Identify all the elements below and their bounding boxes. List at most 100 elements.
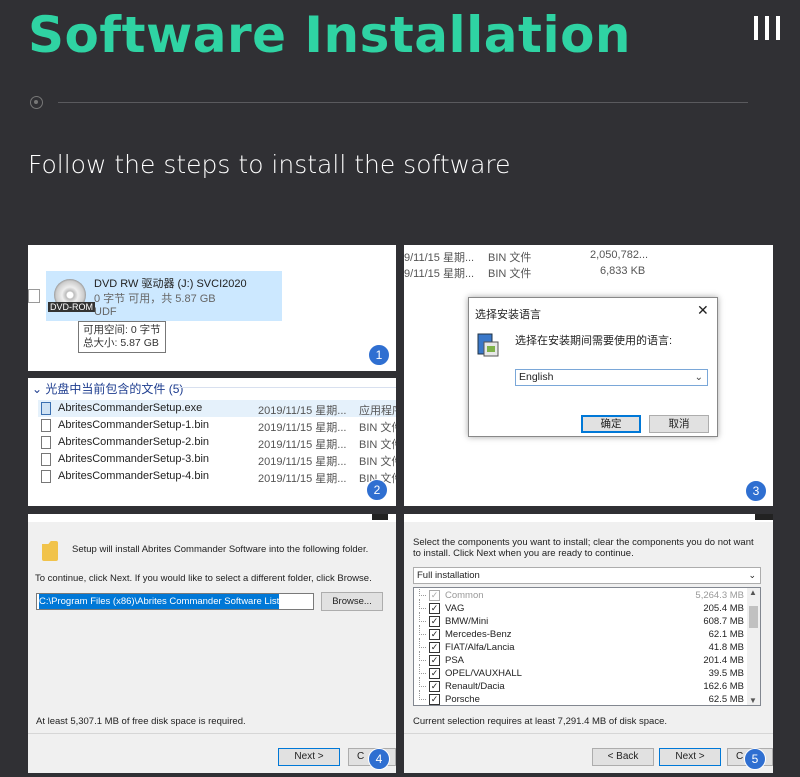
components-scrollbar[interactable]: ▲ ▼ — [747, 588, 760, 705]
install-path-input[interactable]: C:\Program Files (x86)\Abrites Commander… — [36, 593, 314, 610]
bin-file-icon — [41, 470, 51, 483]
scroll-down-icon[interactable]: ▼ — [749, 696, 757, 705]
browse-button[interactable]: Browse... — [321, 592, 383, 611]
step-badge-3: 3 — [745, 480, 767, 502]
next-button[interactable]: Next > — [659, 748, 721, 766]
language-select[interactable]: English ⌄ — [515, 369, 708, 386]
bin-file-icon — [41, 436, 51, 449]
step-badge-2: 2 — [366, 479, 388, 501]
file-type: BIN 文件 — [359, 439, 396, 451]
component-item[interactable]: ✓ OPEL/VAUXHALL 39.5 MB — [414, 664, 748, 680]
file-row[interactable]: AbritesCommanderSetup-2.bin 2019/11/15 星… — [38, 434, 396, 451]
component-size: 205.4 MB — [703, 603, 744, 614]
component-checkbox[interactable]: ✓ — [429, 603, 440, 614]
step-1-panel: DVD-ROM DVD RW 驱动器 (J:) SVCI2020 0 字节 可用… — [28, 245, 396, 371]
scroll-up-icon[interactable]: ▲ — [749, 588, 757, 597]
chevron-down-icon: ⌄ — [748, 570, 756, 580]
file-group-header[interactable]: ⌄ 光盘中当前包含的文件 (5) — [32, 380, 183, 397]
tree-connector — [419, 651, 426, 661]
install-type-select[interactable]: Full installation ⌄ — [413, 567, 761, 584]
step-4-panel: Setup will install Abrites Commander Sof… — [28, 514, 396, 773]
bin-file-icon — [41, 453, 51, 466]
component-name: PSA — [445, 655, 465, 666]
close-icon[interactable]: ✕ — [697, 302, 709, 319]
component-item[interactable]: ✓ Renault/Dacia 162.6 MB — [414, 677, 748, 693]
exe-file-icon — [41, 402, 51, 415]
tree-connector — [419, 625, 426, 635]
file-date: 2019/11/15 星期... — [258, 456, 347, 468]
file-date: 2019/11/15 星期... — [258, 473, 347, 485]
component-name: VAG — [445, 603, 465, 614]
component-item[interactable]: ✓ Mercedes-Benz 62.1 MB — [414, 625, 748, 641]
file-name: AbritesCommanderSetup.exe — [58, 402, 203, 414]
component-item[interactable]: ✓ Porsche 62.5 MB — [414, 690, 748, 705]
bin-file-icon — [41, 419, 51, 432]
tree-connector — [419, 690, 426, 700]
component-item[interactable]: ✓ FIAT/Alfa/Lancia 41.8 MB — [414, 638, 748, 654]
drive-name: DVD RW 驱动器 (J:) SVCI2020 — [94, 278, 247, 290]
step-3-panel: 9/11/15 星期... BIN 文件 2,050,782... 9/11/1… — [404, 245, 773, 506]
step-badge-1: 1 — [368, 344, 390, 366]
tree-connector — [419, 588, 426, 596]
dvd-rom-tag: DVD-ROM — [48, 302, 95, 312]
component-checkbox[interactable]: ✓ — [429, 694, 440, 705]
installer-icon — [477, 333, 499, 357]
component-item[interactable]: ✓ BMW/Mini 608.7 MB — [414, 612, 748, 628]
component-checkbox[interactable]: ✓ — [429, 642, 440, 653]
file-row[interactable]: AbritesCommanderSetup.exe 2019/11/15 星期.… — [38, 400, 396, 417]
tree-connector — [419, 677, 426, 687]
next-button[interactable]: Next > — [278, 748, 340, 766]
component-item[interactable]: ✓ VAG 205.4 MB — [414, 599, 748, 615]
file-type: BIN 文件 — [359, 422, 396, 434]
file-row[interactable]: AbritesCommanderSetup-3.bin 2019/11/15 星… — [38, 451, 396, 468]
component-checkbox[interactable]: ✓ — [429, 681, 440, 692]
component-name: Renault/Dacia — [445, 681, 505, 692]
tooltip-total: 总大小: 5.87 GB — [83, 337, 159, 349]
component-size: 41.8 MB — [708, 642, 744, 653]
component-name: Mercedes-Benz — [445, 629, 512, 640]
component-size: 5,264.3 MB — [695, 590, 744, 601]
hamburger-icon[interactable] — [754, 16, 780, 40]
wizard-divider — [404, 733, 773, 734]
dialog-title: 选择安装语言 — [475, 309, 541, 321]
bg-file-size: 6,833 KB — [600, 265, 646, 277]
drive-filesystem: UDF — [94, 306, 117, 318]
step-2-panel: ⌄ 光盘中当前包含的文件 (5) AbritesCommanderSetup.e… — [28, 378, 396, 506]
components-list: ✓ Common 5,264.3 MB ✓ VAG 205.4 MB ✓ BMW… — [413, 587, 761, 706]
drive-checkbox[interactable] — [28, 289, 40, 303]
bg-file-type: BIN 文件 — [488, 252, 532, 264]
file-type: 应用程序 — [359, 405, 396, 417]
file-name: AbritesCommanderSetup-2.bin — [58, 436, 210, 448]
group-rule — [178, 387, 396, 388]
file-row[interactable]: AbritesCommanderSetup-4.bin 2019/11/15 星… — [38, 468, 396, 485]
component-size: 62.5 MB — [708, 694, 744, 705]
step-badge-5: 5 — [744, 748, 766, 770]
file-name: AbritesCommanderSetup-3.bin — [58, 453, 210, 465]
ok-button[interactable]: 确定 — [581, 415, 641, 433]
disk-space-note: At least 5,307.1 MB of free disk space i… — [36, 716, 246, 727]
window-corner — [755, 514, 773, 520]
back-button[interactable]: < Back — [592, 748, 654, 766]
setup-instruction: To continue, click Next. If you would li… — [35, 573, 372, 584]
component-checkbox[interactable]: ✓ — [429, 629, 440, 640]
component-name: Common — [445, 590, 484, 601]
window-corner — [372, 514, 388, 520]
component-checkbox[interactable]: ✓ — [429, 668, 440, 679]
drive-tooltip: 可用空间: 0 字节 总大小: 5.87 GB — [78, 321, 166, 353]
cancel-button[interactable]: 取消 — [649, 415, 709, 433]
divider-line — [58, 102, 748, 103]
component-checkbox[interactable]: ✓ — [429, 655, 440, 666]
wizard-top-strip — [404, 514, 773, 522]
dialog-message: 选择在安装期间需要使用的语言: — [515, 335, 673, 347]
component-name: FIAT/Alfa/Lancia — [445, 642, 515, 653]
component-size: 162.6 MB — [703, 681, 744, 692]
file-row[interactable]: AbritesCommanderSetup-1.bin 2019/11/15 星… — [38, 417, 396, 434]
component-checkbox[interactable]: ✓ — [429, 616, 440, 627]
file-date: 2019/11/15 星期... — [258, 439, 347, 451]
folder-icon — [42, 541, 58, 561]
scroll-thumb[interactable] — [749, 606, 758, 628]
tooltip-free: 可用空间: 0 字节 — [83, 324, 161, 336]
component-item: ✓ Common 5,264.3 MB — [414, 588, 748, 602]
component-item[interactable]: ✓ PSA 201.4 MB — [414, 651, 748, 667]
drive-free-space: 0 字节 可用，共 5.87 GB — [94, 293, 216, 305]
